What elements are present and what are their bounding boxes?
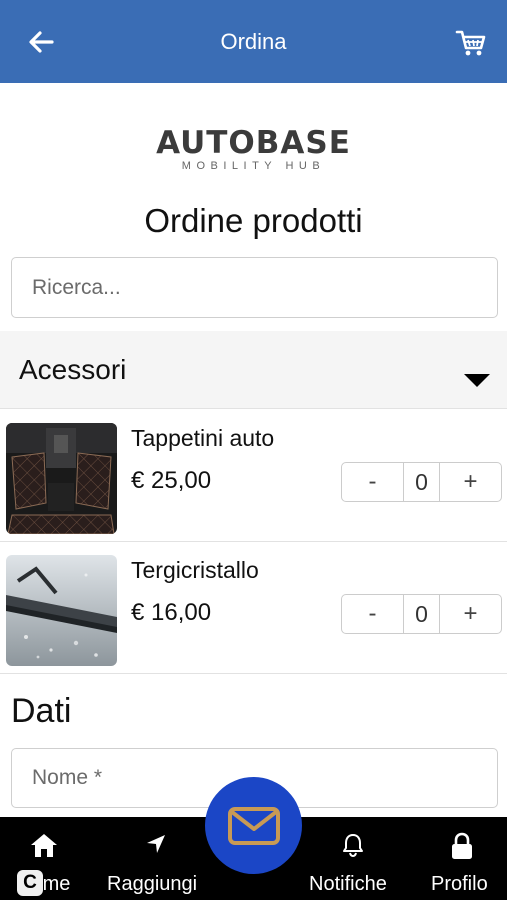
back-button[interactable] bbox=[26, 28, 56, 56]
product-row: Tappetini auto € 25,00 - 0 + bbox=[0, 410, 507, 542]
nav-label-raggiungi: Raggiungi bbox=[107, 873, 198, 895]
nav-item-raggiungi[interactable]: Raggiungi bbox=[100, 817, 210, 900]
brand-logo: AUTOBASE MOBILITY HUB bbox=[0, 127, 507, 172]
product-image-car-mats bbox=[6, 423, 117, 534]
caret-down-icon bbox=[464, 374, 490, 387]
product-name: Tergicristallo bbox=[131, 557, 259, 583]
nav-label-notifiche: Notifiche bbox=[309, 873, 387, 895]
nav-item-home[interactable]: Home bbox=[0, 817, 90, 900]
app-header: Ordina bbox=[0, 0, 507, 83]
back-arrow-icon bbox=[29, 31, 54, 53]
category-accordion-header[interactable]: Acessori bbox=[0, 331, 507, 409]
increase-quantity-button[interactable]: + bbox=[440, 595, 501, 633]
quantity-value[interactable]: 0 bbox=[403, 595, 440, 633]
quantity-value[interactable]: 0 bbox=[403, 463, 440, 501]
home-icon bbox=[31, 834, 57, 857]
overlay-badge: C bbox=[17, 870, 43, 896]
decrease-quantity-button[interactable]: - bbox=[342, 463, 403, 501]
search-input[interactable] bbox=[11, 257, 498, 318]
form-section-title: Dati bbox=[11, 692, 72, 730]
header-title: Ordina bbox=[220, 28, 287, 54]
logo-subtitle: MOBILITY HUB bbox=[181, 160, 326, 172]
category-label: Acessori bbox=[19, 353, 127, 385]
message-fab-button[interactable] bbox=[205, 777, 302, 874]
quantity-stepper: - 0 + bbox=[341, 594, 502, 634]
page-title: Ordine prodotti bbox=[144, 202, 363, 239]
navigation-arrow-icon bbox=[147, 835, 165, 853]
cart-icon bbox=[455, 30, 486, 56]
lock-icon bbox=[452, 832, 472, 859]
nav-item-profilo[interactable]: Profilo bbox=[420, 817, 507, 900]
quantity-stepper: - 0 + bbox=[341, 462, 502, 502]
product-row: Tergicristallo € 16,00 - 0 + bbox=[0, 542, 507, 674]
decrease-quantity-button[interactable]: - bbox=[342, 595, 403, 633]
cart-button[interactable] bbox=[455, 28, 487, 58]
product-price: € 25,00 bbox=[131, 467, 212, 494]
nav-label-profilo: Profilo bbox=[431, 873, 488, 895]
product-image-wiper bbox=[6, 555, 117, 666]
product-name: Tappetini auto bbox=[131, 425, 275, 451]
logo-brand-text: AUTOBASE bbox=[156, 125, 351, 161]
mail-icon bbox=[227, 806, 280, 845]
increase-quantity-button[interactable]: + bbox=[440, 463, 501, 501]
bell-icon bbox=[343, 834, 363, 858]
nav-item-notifiche[interactable]: Notifiche bbox=[302, 817, 402, 900]
product-price: € 16,00 bbox=[131, 599, 212, 626]
